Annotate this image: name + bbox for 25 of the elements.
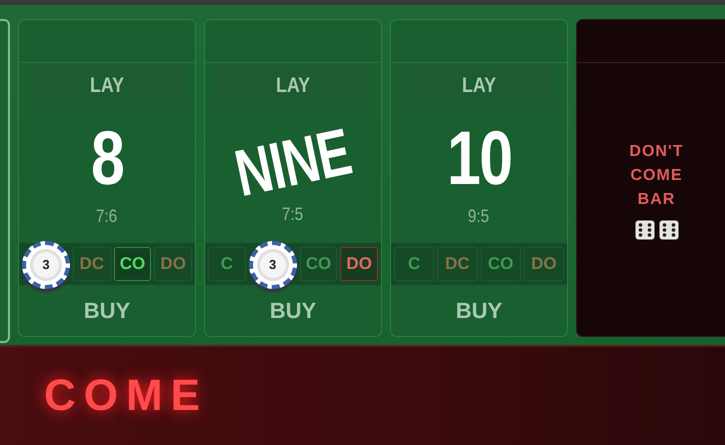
bar-label: DON'T COME BAR	[629, 142, 684, 210]
chip[interactable]: 3	[22, 241, 70, 289]
lay-label[interactable]: LAY	[218, 63, 368, 108]
bet-spot[interactable]: C	[208, 247, 246, 281]
bet-spot[interactable]: CO	[480, 247, 521, 281]
lay-label[interactable]: LAY	[32, 63, 182, 108]
bet-spot[interactable]: DO	[524, 247, 564, 281]
lay-label[interactable]: LAY	[404, 63, 554, 108]
odds-label: 7:6	[96, 205, 118, 228]
chip[interactable]: 3	[248, 241, 297, 289]
buy-label[interactable]: BUY	[391, 285, 567, 336]
bet-spot[interactable]: DO	[154, 247, 192, 281]
dice-icon	[658, 220, 678, 240]
come-bar[interactable]: COME	[0, 345, 725, 445]
point-number: 10	[446, 121, 512, 197]
bet-spot[interactable]: CO	[300, 247, 338, 281]
odds-label: 9:5	[468, 205, 490, 228]
bet-spot[interactable]: DC	[437, 247, 478, 281]
bet-spot[interactable]: DO	[340, 247, 378, 281]
bet-spot[interactable]: DC	[73, 247, 111, 281]
come-label: COME	[44, 370, 208, 422]
point-number: 8	[90, 121, 124, 197]
bet-spot[interactable]: CO	[114, 247, 152, 281]
dice-icon	[634, 220, 654, 240]
bet-spot[interactable]: C	[394, 247, 434, 281]
